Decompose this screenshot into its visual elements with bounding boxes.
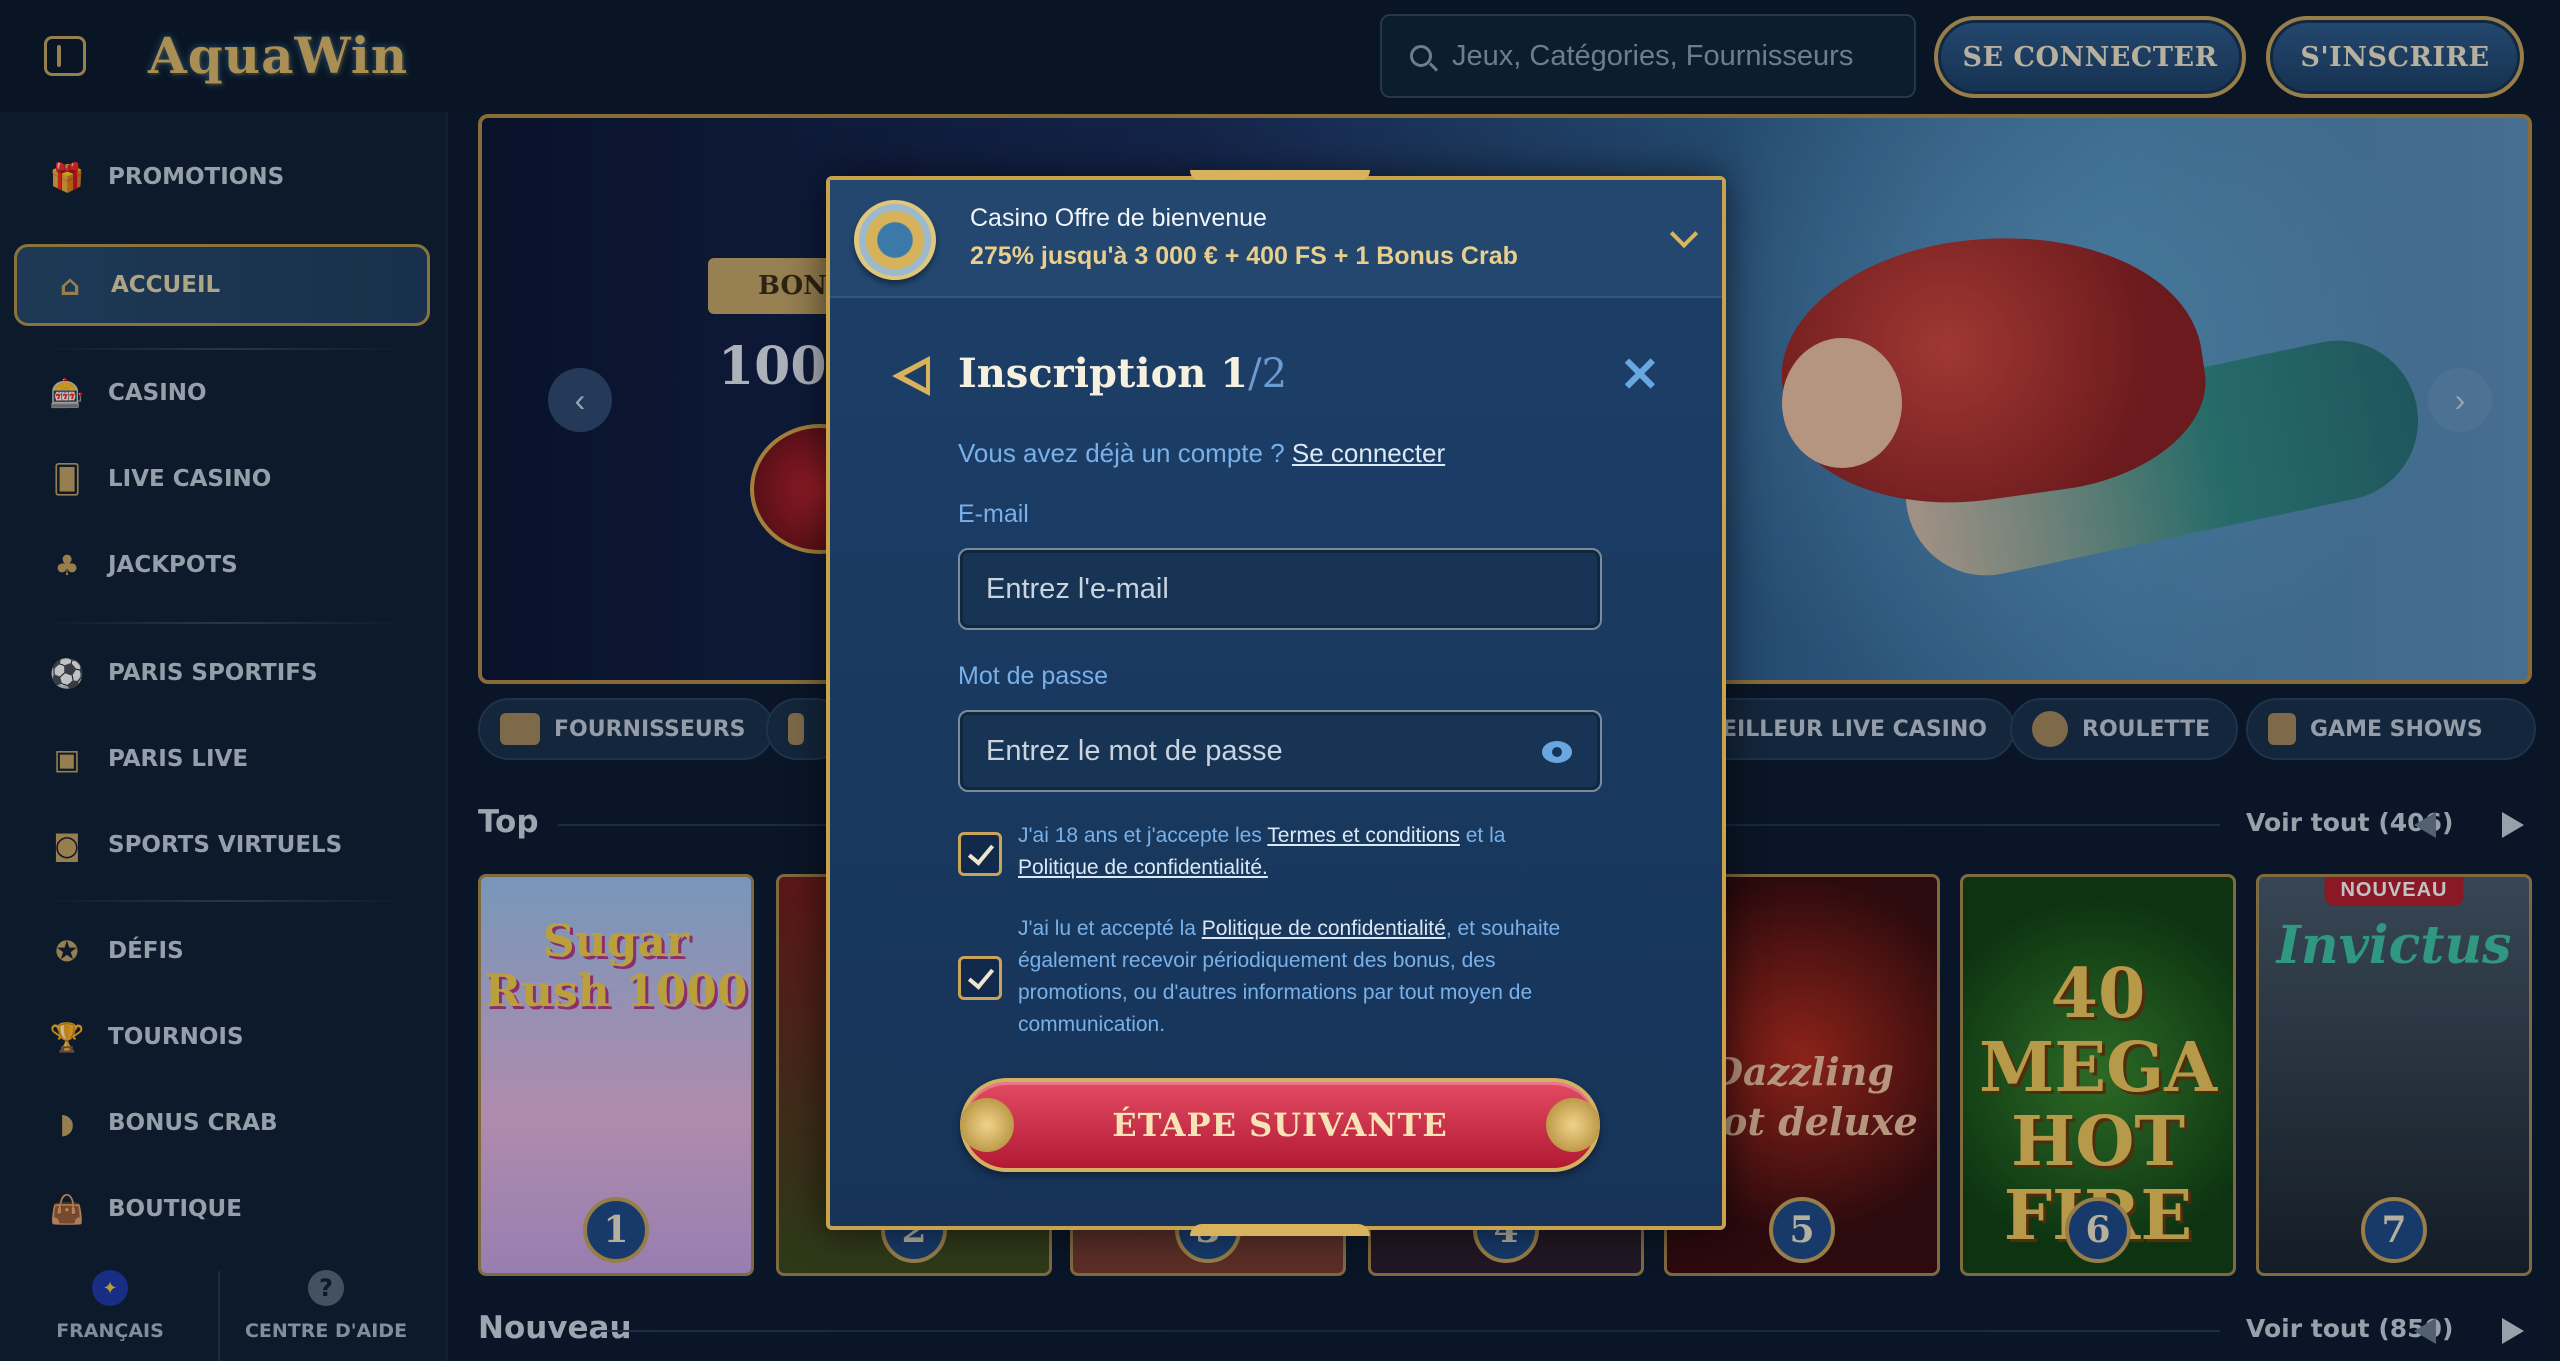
consent-text: J'ai lu et accepté la Politique de confi… xyxy=(1018,913,1578,1041)
password-label: Mot de passe xyxy=(958,662,1109,690)
button-ornament-left xyxy=(960,1098,1014,1152)
next-step-button[interactable]: ÉTAPE SUIVANTE xyxy=(960,1078,1600,1172)
chevron-down-icon[interactable] xyxy=(1669,219,1699,249)
terms-text: J'ai 18 ans et j'accepte les Termes et c… xyxy=(1018,820,1578,884)
registration-modal: Casino Offre de bienvenue 275% jusqu'à 3… xyxy=(826,170,1726,1236)
offer-details: 275% jusqu'à 3 000 € + 400 FS + 1 Bonus … xyxy=(970,242,1518,270)
eye-icon[interactable] xyxy=(1542,741,1572,763)
consent-text-part: J'ai lu et accepté la xyxy=(1018,917,1196,940)
terms-text-part: J'ai 18 ans et j'accepte les xyxy=(1018,824,1262,847)
marketing-consent-checkbox[interactable] xyxy=(958,956,1002,1000)
have-account-text: Vous avez déjà un compte ? xyxy=(958,438,1285,468)
email-label: E-mail xyxy=(958,500,1029,528)
next-step-label: ÉTAPE SUIVANTE xyxy=(1112,1106,1448,1144)
back-arrow-icon[interactable] xyxy=(892,356,930,396)
password-field[interactable]: Entrez le mot de passe xyxy=(958,710,1602,792)
offer-title: Casino Offre de bienvenue xyxy=(970,204,1267,232)
welcome-offer-dropdown[interactable]: Casino Offre de bienvenue 275% jusqu'à 3… xyxy=(830,180,1722,298)
email-field[interactable]: Entrez l'e-mail xyxy=(958,548,1602,630)
terms-link[interactable]: Termes et conditions xyxy=(1267,824,1460,847)
existing-account-prompt: Vous avez déjà un compte ? Se connecter xyxy=(958,438,1445,469)
consent-privacy-link[interactable]: Politique de confidentialité xyxy=(1202,917,1446,940)
title-text: Inscription 1 xyxy=(958,350,1249,397)
close-icon[interactable]: ✕ xyxy=(1620,352,1660,400)
terms-checkbox[interactable] xyxy=(958,832,1002,876)
title-step: /2 xyxy=(1248,351,1288,397)
privacy-link[interactable]: Politique de confidentialité. xyxy=(1018,856,1268,879)
terms-text-part: et la xyxy=(1465,824,1506,847)
bonus-coin-icon xyxy=(854,200,936,280)
password-placeholder: Entrez le mot de passe xyxy=(986,734,1283,767)
modal-title: Inscription 1/2 xyxy=(958,350,1287,397)
login-link[interactable]: Se connecter xyxy=(1292,438,1445,468)
button-ornament-right xyxy=(1546,1098,1600,1152)
email-placeholder: Entrez l'e-mail xyxy=(986,572,1169,605)
